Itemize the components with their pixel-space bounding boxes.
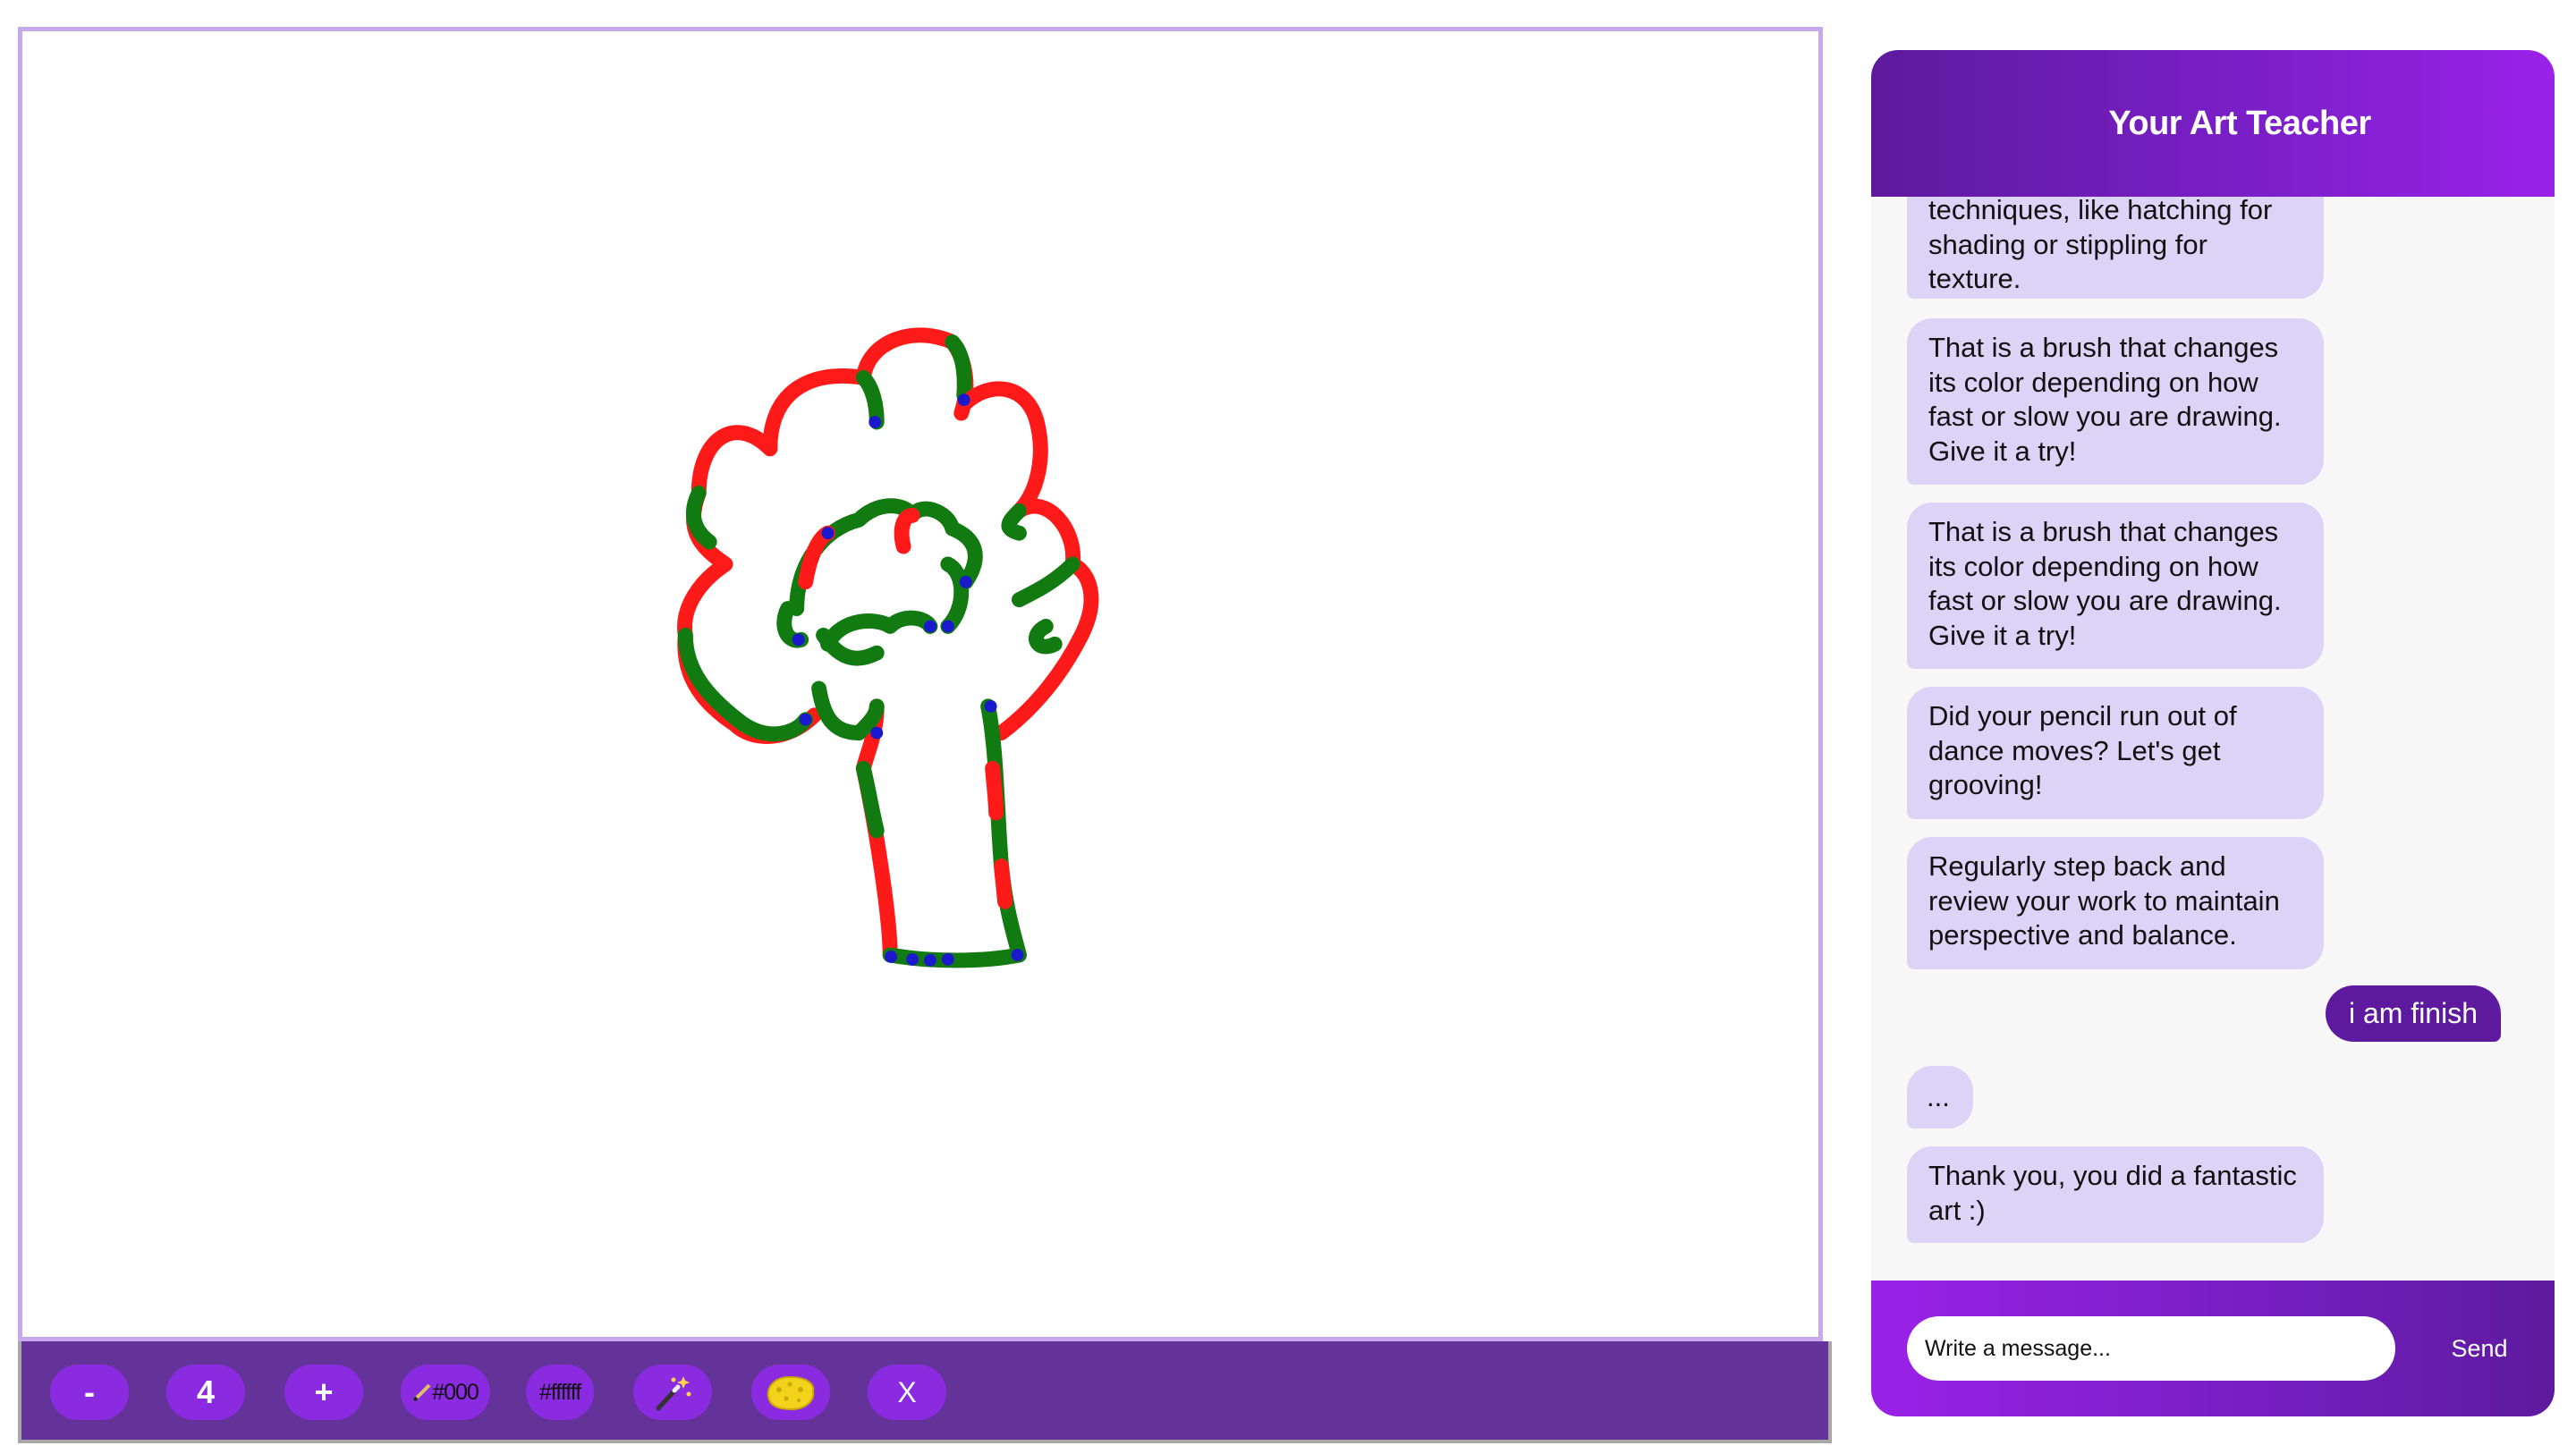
stroke-color-label: #000 — [432, 1379, 479, 1405]
increase-size-button[interactable]: + — [284, 1365, 363, 1420]
brush-size-display: 4 — [166, 1365, 245, 1420]
user-message: i am finish — [2325, 985, 2501, 1042]
message-list[interactable]: techniques, like hatching for shading or… — [1871, 197, 2555, 1332]
dot — [792, 633, 805, 647]
chat-panel: Your Art Teacher techniques, like hatchi… — [1871, 50, 2555, 1416]
chat-header: Your Art Teacher — [1871, 50, 2555, 197]
drawing-canvas[interactable] — [18, 27, 1823, 1341]
pencil-icon — [412, 1382, 432, 1402]
decrease-size-button[interactable]: - — [50, 1365, 129, 1420]
eraser-button[interactable] — [751, 1365, 830, 1420]
background-color-label: #ffffff — [538, 1379, 581, 1405]
bot-message: Did your pencil run out of dance moves? … — [1907, 687, 2324, 819]
magic-wand-icon — [651, 1371, 694, 1414]
dot — [923, 620, 936, 633]
bot-message: Thank you, you did a fantastic art :) — [1907, 1146, 2324, 1243]
chat-title: Your Art Teacher — [2108, 104, 2371, 142]
stroke-inner-4 — [816, 556, 970, 666]
magic-brush-button[interactable] — [633, 1365, 712, 1420]
dot — [957, 393, 970, 407]
dot — [885, 950, 898, 963]
dot — [821, 527, 835, 540]
bot-message: techniques, like hatching for shading or… — [1907, 197, 2324, 299]
tree-drawing — [677, 327, 1099, 968]
dot — [869, 416, 882, 428]
message-input[interactable] — [1907, 1316, 2395, 1381]
bot-message: Regularly step back and review your work… — [1907, 837, 2324, 969]
dot — [941, 952, 954, 966]
dot — [906, 952, 919, 966]
background-color-button[interactable]: #ffffff — [526, 1365, 594, 1420]
message-input-bar: Send — [1871, 1281, 2555, 1416]
stroke-trunk-right — [980, 698, 1027, 963]
bot-message: That is a brush that changes its color d… — [1907, 503, 2324, 669]
drawing-toolbar: - 4 + #000 #ffffff X — [18, 1341, 1832, 1443]
dot — [1011, 948, 1024, 961]
stroke-color-button[interactable]: #000 — [401, 1365, 490, 1420]
clear-canvas-button[interactable]: X — [868, 1365, 946, 1420]
stroke-inner-3 — [776, 601, 938, 652]
dot — [923, 953, 936, 967]
dot — [799, 713, 812, 726]
sponge-icon — [763, 1370, 818, 1415]
dot — [941, 620, 954, 633]
dot — [959, 575, 972, 588]
send-button[interactable]: Send — [2426, 1316, 2533, 1381]
dot — [870, 726, 884, 740]
bot-message: That is a brush that changes its color d… — [1907, 318, 2324, 485]
typing-indicator: ... — [1907, 1066, 1973, 1129]
dot — [984, 699, 997, 713]
